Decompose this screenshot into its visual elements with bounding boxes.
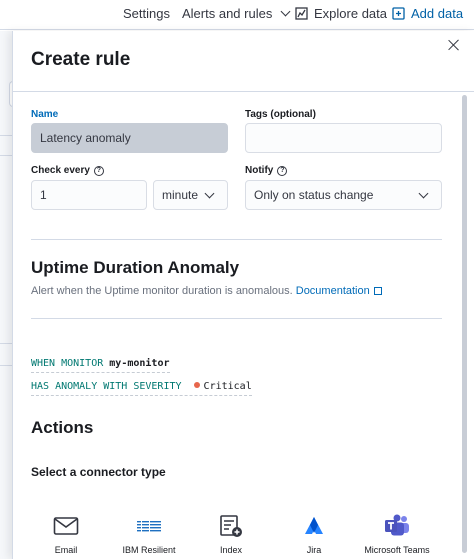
rule-type-description: Alert when the Uptime monitor duration i…	[31, 285, 382, 297]
connector-label: IBM Resilient	[122, 545, 176, 555]
add-data-label: Add data	[411, 6, 464, 21]
name-label-text: Name	[31, 109, 59, 120]
check-every-unit-select[interactable]: minute	[153, 180, 228, 210]
index-icon	[220, 515, 242, 537]
anomaly-keyword: HAS ANOMALY WITH SEVERITY	[31, 381, 182, 392]
connector-label: Index	[219, 545, 243, 555]
severity-dot-icon	[193, 382, 200, 388]
alerts-and-rules-menu[interactable]: Alerts and rules	[182, 6, 291, 21]
rule-description-text: Alert when the Uptime monitor duration i…	[31, 285, 293, 297]
connector-type-title: Select a connector type	[31, 465, 166, 479]
create-rule-flyout: Create rule Name Latency anomaly Tags (o…	[12, 31, 474, 559]
check-every-value: 1	[40, 188, 47, 202]
explore-data-icon	[295, 7, 308, 20]
add-data-link[interactable]: Add data	[392, 6, 463, 21]
email-icon	[53, 517, 79, 535]
connector-index[interactable]: Index	[190, 509, 272, 556]
when-keyword: WHEN MONITOR	[31, 358, 104, 369]
tags-label: Tags (optional)	[245, 109, 316, 120]
chevron-down-icon	[204, 188, 215, 198]
scrollbar[interactable]	[462, 95, 467, 553]
settings-label: Settings	[123, 6, 170, 21]
check-every-label-text: Check every	[31, 165, 90, 176]
actions-title: Actions	[31, 418, 94, 437]
connector-label: Email	[54, 545, 78, 555]
close-icon[interactable]	[448, 39, 460, 51]
check-every-label: Check every ?	[31, 165, 104, 176]
check-every-input[interactable]: 1	[31, 180, 147, 210]
section-divider	[31, 239, 442, 240]
ibm-icon	[137, 521, 161, 532]
settings-link[interactable]: Settings	[123, 6, 170, 21]
notify-label-text: Notify	[245, 165, 274, 176]
documentation-link[interactable]: Documentation	[296, 285, 382, 297]
section-divider	[31, 318, 442, 319]
question-icon[interactable]: ?	[93, 165, 104, 176]
add-data-icon	[392, 7, 405, 20]
connector-label: Microsoft Teams	[364, 545, 430, 555]
top-header: Settings Alerts and rules Explore data A…	[0, 0, 474, 30]
notify-select[interactable]: Only on status change	[245, 180, 442, 210]
notify-value: Only on status change	[254, 188, 374, 202]
connector-email[interactable]: Email	[25, 509, 107, 556]
explore-label: Explore data	[314, 6, 387, 21]
header-divider	[13, 91, 474, 92]
tags-input[interactable]	[245, 123, 442, 153]
question-icon[interactable]: ?	[277, 165, 288, 176]
chevron-down-icon	[418, 188, 429, 198]
tags-label-text: Tags (optional)	[245, 109, 316, 120]
severity-value: Critical	[203, 381, 252, 392]
documentation-link-text: Documentation	[295, 285, 370, 297]
alerts-label: Alerts and rules	[182, 6, 273, 21]
connector-label: Jira	[306, 545, 322, 555]
name-input[interactable]: Latency anomaly	[31, 123, 228, 153]
notify-label: Notify ?	[245, 165, 288, 176]
connector-microsoft-teams[interactable]: Microsoft Teams	[356, 509, 438, 556]
chevron-down-icon	[280, 6, 291, 17]
connector-ibm-resilient[interactable]: IBM Resilient	[108, 509, 190, 556]
severity-expression[interactable]: HAS ANOMALY WITH SEVERITY Critical	[31, 381, 252, 396]
name-input-value: Latency anomaly	[40, 131, 131, 145]
jira-icon	[305, 517, 323, 534]
rule-type-title: Uptime Duration Anomaly	[31, 258, 240, 277]
monitor-value: my-monitor	[109, 358, 170, 369]
external-link-icon	[373, 287, 382, 295]
connector-jira[interactable]: Jira	[273, 509, 355, 556]
teams-icon	[385, 514, 409, 536]
check-every-unit: minute	[162, 188, 199, 202]
monitor-expression[interactable]: WHEN MONITOR my-monitor	[31, 358, 170, 373]
name-label: Name	[31, 109, 58, 120]
flyout-title: Create rule	[31, 49, 131, 70]
explore-data-link[interactable]: Explore data	[295, 6, 387, 21]
